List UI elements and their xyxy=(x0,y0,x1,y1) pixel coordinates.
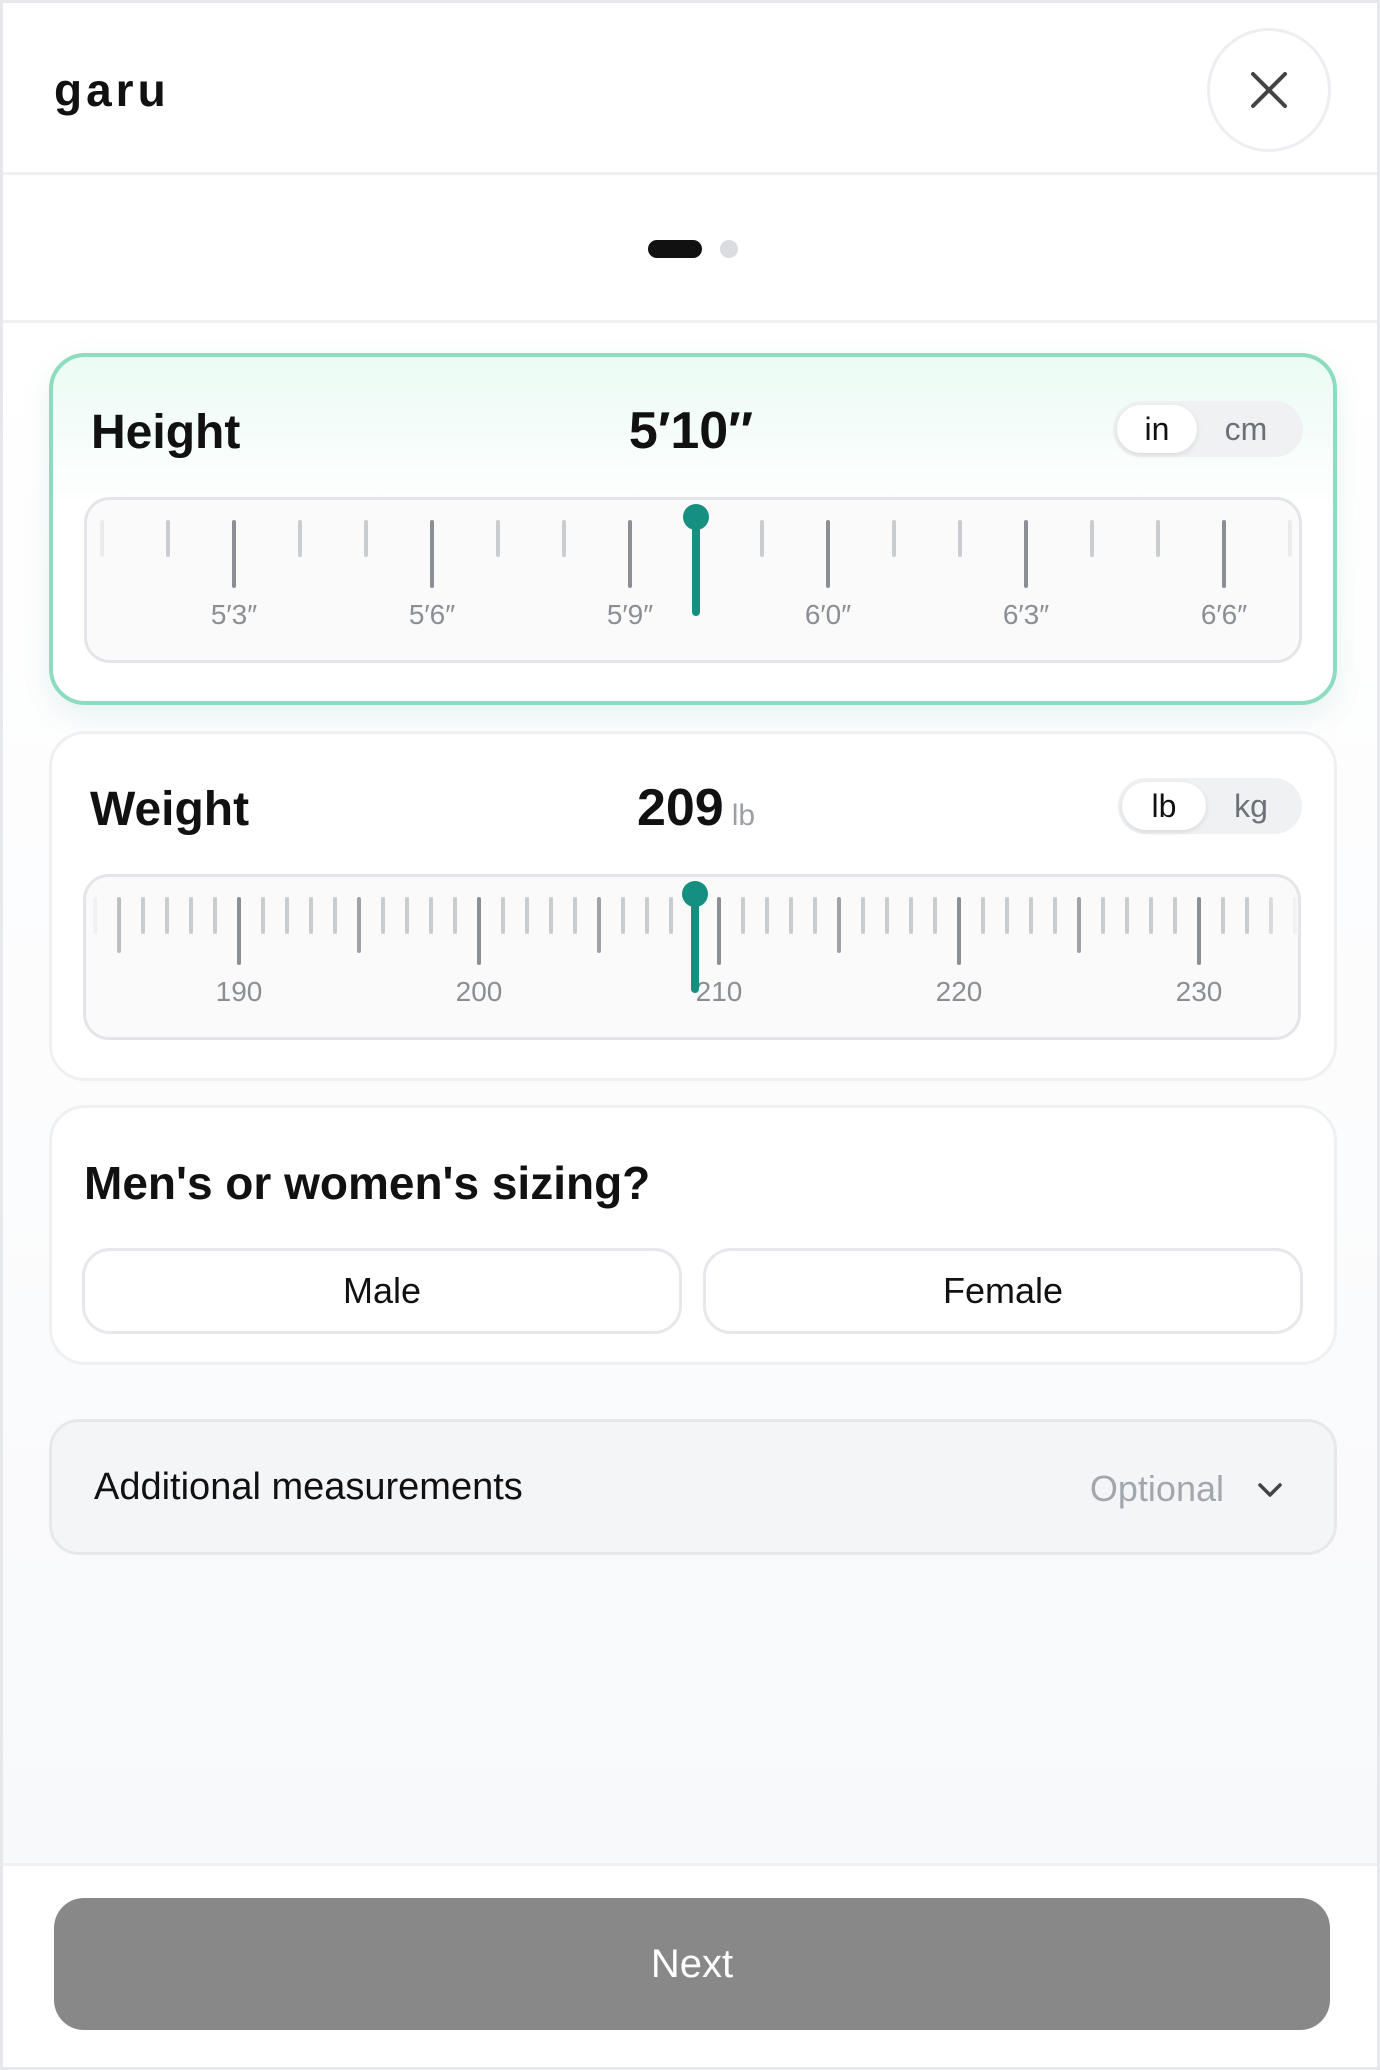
chevron-down-icon xyxy=(1258,1483,1282,1497)
header: garu xyxy=(3,3,1377,175)
height-unit-toggle: in cm xyxy=(1113,401,1303,457)
weight-unit-label: lb xyxy=(731,799,756,832)
close-button[interactable] xyxy=(1207,28,1331,152)
step-indicator xyxy=(3,175,1377,323)
weight-ruler-scale: 190200210220230 xyxy=(86,877,1298,1037)
male-button[interactable]: Male xyxy=(82,1248,682,1334)
height-value: 5′10″ xyxy=(628,402,754,460)
unit-kg-option[interactable]: kg xyxy=(1206,782,1296,830)
unit-cm-option[interactable]: cm xyxy=(1197,405,1295,453)
weight-number: 209 xyxy=(636,779,724,837)
height-ruler[interactable]: 5′3″5′6″5′9″6′0″6′3″6′6″ xyxy=(84,497,1302,663)
ruler-indicator-handle[interactable] xyxy=(682,881,708,907)
weight-unit-toggle: lb kg xyxy=(1118,778,1302,834)
footer: Next xyxy=(3,1863,1377,2067)
additional-measurements-toggle[interactable]: Additional measurements Optional xyxy=(49,1419,1337,1555)
height-ruler-scale: 5′3″5′6″5′9″6′0″6′3″6′6″ xyxy=(87,500,1299,660)
content: Height 5′10″ in cm 5′3″5′6″5′9″6′0″6′3″6… xyxy=(3,323,1377,1863)
app-frame: garu Height 5′10″ in cm 5′3″5′6″5′9″6′0″… xyxy=(0,0,1380,2070)
female-button[interactable]: Female xyxy=(703,1248,1303,1334)
close-icon xyxy=(1251,72,1287,108)
ruler-indicator-handle[interactable] xyxy=(683,504,709,530)
weight-card[interactable]: Weight 209lb lb kg 190200210220230 xyxy=(49,731,1337,1081)
optional-hint: Optional xyxy=(1089,1468,1224,1509)
logo: garu xyxy=(54,64,170,116)
step-dot xyxy=(720,240,738,258)
weight-ruler[interactable]: 190200210220230 xyxy=(83,874,1301,1040)
height-title: Height xyxy=(91,406,241,459)
weight-value: 209 lb xyxy=(637,778,755,838)
unit-in-option[interactable]: in xyxy=(1117,405,1197,453)
unit-lb-option[interactable]: lb xyxy=(1122,782,1206,830)
additional-label: Additional measurements xyxy=(94,1466,523,1508)
weight-title: Weight xyxy=(90,783,250,836)
sizing-question: Men's or women's sizing? xyxy=(84,1157,651,1209)
sizing-card: Men's or women's sizing? Male Female xyxy=(49,1105,1337,1365)
next-button[interactable]: Next xyxy=(54,1898,1330,2030)
step-dot-active xyxy=(648,240,702,258)
height-card[interactable]: Height 5′10″ in cm 5′3″5′6″5′9″6′0″6′3″6… xyxy=(49,353,1337,705)
